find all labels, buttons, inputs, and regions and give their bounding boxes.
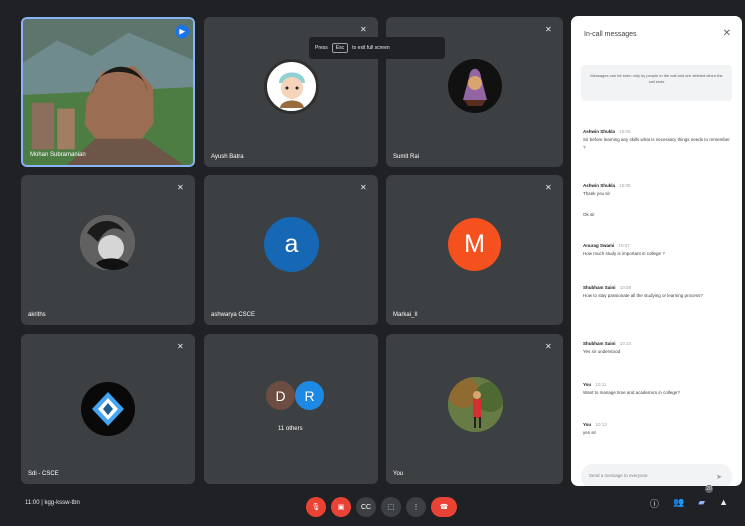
message-text: Yes sir understood <box>583 349 621 354</box>
message-text: How much study is important in college ? <box>583 251 665 256</box>
message-sender: Ashwin Shukla <box>583 129 616 134</box>
message-sender: Shubham Saini <box>583 285 616 290</box>
participant-tile-sdi[interactable]: ✕ Sdi - CSCE <box>21 334 195 484</box>
chat-message: Shubham Saini 10:10 Yes sir understood <box>583 340 731 356</box>
in-call-messages-panel: In-call messages ✕ Messages can be seen … <box>571 16 742 486</box>
participant-tile-markai[interactable]: ✕ M Markai_II <box>386 175 563 325</box>
message-sender: Shubham Saini <box>583 341 616 346</box>
participant-name: Mohan Subramanian <box>30 152 86 158</box>
participant-name: You <box>393 471 404 477</box>
participant-avatar-initial-r: R <box>295 381 324 410</box>
participant-tile-ashwarya[interactable]: ✕ a ashwarya CSCE <box>204 175 378 325</box>
logo-icon <box>92 392 124 426</box>
message-time: 10:02 <box>619 129 631 134</box>
participant-video <box>23 19 193 165</box>
message-text: yes sir <box>583 430 597 435</box>
more-options-button[interactable]: ⋮ <box>406 497 426 517</box>
people-count-badge: 20 <box>705 485 713 493</box>
message-text: Want to manage time and academics in col… <box>583 390 680 395</box>
panel-title: In-call messages <box>584 31 637 38</box>
participant-name: Sdi - CSCE <box>28 471 59 477</box>
chat-icon[interactable]: ▰ <box>698 497 705 510</box>
close-icon[interactable]: ✕ <box>723 28 731 39</box>
meeting-tools: ⓘ 👥 ▰ ▲ <box>650 497 728 510</box>
muted-mic-icon: ✕ <box>360 183 367 192</box>
participant-name: akriths <box>28 312 46 318</box>
chat-message: You 10:11 Want to manage time and academ… <box>583 381 731 397</box>
tooltip-suffix: to exit full screen <box>352 45 390 51</box>
others-label: 11 others <box>278 426 303 432</box>
participant-avatar <box>81 382 135 436</box>
message-sender: Ashwin Shukla <box>583 183 616 188</box>
participant-name: Markai_II <box>393 312 418 318</box>
message-time: 10:05 <box>619 183 631 188</box>
avatar-initial: M <box>464 230 485 258</box>
participant-name: ashwarya CSCE <box>211 312 256 318</box>
participant-avatar-initial: a <box>264 217 319 272</box>
avatar-initial: R <box>304 387 315 404</box>
muted-mic-icon: ✕ <box>177 342 184 351</box>
participant-tile-you[interactable]: ✕ You <box>386 334 563 484</box>
profile-photo-icon <box>80 215 135 270</box>
chat-message: Ok sir <box>583 211 731 219</box>
participant-tile-mohan[interactable]: Mohan Subramanian <box>21 17 195 167</box>
message-notice: Messages can be seen only by people in t… <box>581 65 732 101</box>
participant-avatar <box>264 59 319 114</box>
message-text: Sir before learning any skills what is n… <box>583 137 730 150</box>
avatar-initial: a <box>284 230 299 258</box>
message-time: 10:13 <box>595 422 607 427</box>
participant-avatar <box>448 59 502 113</box>
info-icon[interactable]: ⓘ <box>650 497 659 510</box>
participant-name: Sumit Rai <box>393 154 420 160</box>
meeting-code: 11:00 | kgg-kssw-tbn <box>25 500 80 506</box>
muted-mic-icon: ✕ <box>177 183 184 192</box>
muted-mic-icon: ✕ <box>545 25 552 34</box>
muted-mic-icon: ✕ <box>360 25 367 34</box>
message-text: Thank you sir <box>583 191 611 196</box>
message-time: 10:10 <box>619 341 632 346</box>
participant-avatar-initial: M <box>448 218 501 271</box>
profile-photo-icon <box>448 377 503 432</box>
muted-mic-icon: ✕ <box>545 183 552 192</box>
muted-mic-icon: ✕ <box>545 342 552 351</box>
participant-avatar-initial-d: D <box>266 381 295 410</box>
participant-avatar <box>448 377 503 432</box>
participant-name: Ayush Batra <box>211 154 244 160</box>
participant-tile-others[interactable]: D R 11 others <box>204 334 378 484</box>
message-sender: You <box>583 422 592 427</box>
participant-tile-akriths[interactable]: ✕ akriths <box>21 175 195 325</box>
message-sender: Anurag Swami <box>583 243 615 248</box>
tooltip-prefix: Press <box>315 45 328 51</box>
participant-grid: Mohan Subramanian ✕ Ayush Batra ✕ Sumit … <box>10 8 563 484</box>
chat-message: Ashwin Shukla 10:05 Thank you sir <box>583 182 731 198</box>
present-button[interactable]: ⬚ <box>381 497 401 517</box>
microphone-button[interactable]: 🎙 <box>306 497 326 517</box>
captions-button[interactable]: CC <box>356 497 376 517</box>
chat-message: Shubham Saini 10:08 How to stay passiona… <box>583 284 731 300</box>
chat-message: Anurag Swami 10:07 How much study is imp… <box>583 242 731 258</box>
exit-full-screen-tooltip: Press Esc to exit full screen <box>309 37 445 59</box>
message-placeholder: Send a message to everyone <box>589 473 648 478</box>
character-avatar-icon <box>278 72 305 108</box>
message-input[interactable]: Send a message to everyone ➤ <box>581 464 732 486</box>
activities-icon[interactable]: ▲ <box>719 497 728 510</box>
camera-button[interactable]: ▣ <box>331 497 351 517</box>
leave-call-button[interactable]: ☎ <box>431 497 457 517</box>
character-avatar-icon <box>463 68 487 106</box>
message-text: How to stay passionate all the studying … <box>583 293 703 298</box>
message-time: 10:08 <box>619 285 632 290</box>
avatar-initial: D <box>275 387 286 404</box>
message-text: Ok sir <box>583 212 595 217</box>
message-time: 10:11 <box>595 382 607 387</box>
participant-avatar <box>80 215 135 270</box>
send-icon[interactable]: ➤ <box>716 473 722 481</box>
people-icon[interactable]: 👥 <box>673 497 684 510</box>
chat-message: Ashwin Shukla 10:02 Sir before learning … <box>583 128 731 152</box>
escape-key-label: Esc <box>331 43 349 53</box>
message-time: 10:07 <box>618 243 630 248</box>
bottom-control-bar: 11:00 | kgg-kssw-tbn 🎙 ▣ CC ⬚ ⋮ ☎ ⓘ 👥 ▰ … <box>0 485 745 526</box>
chat-message: You 10:13 yes sir <box>583 421 731 437</box>
message-sender: You <box>583 382 592 387</box>
